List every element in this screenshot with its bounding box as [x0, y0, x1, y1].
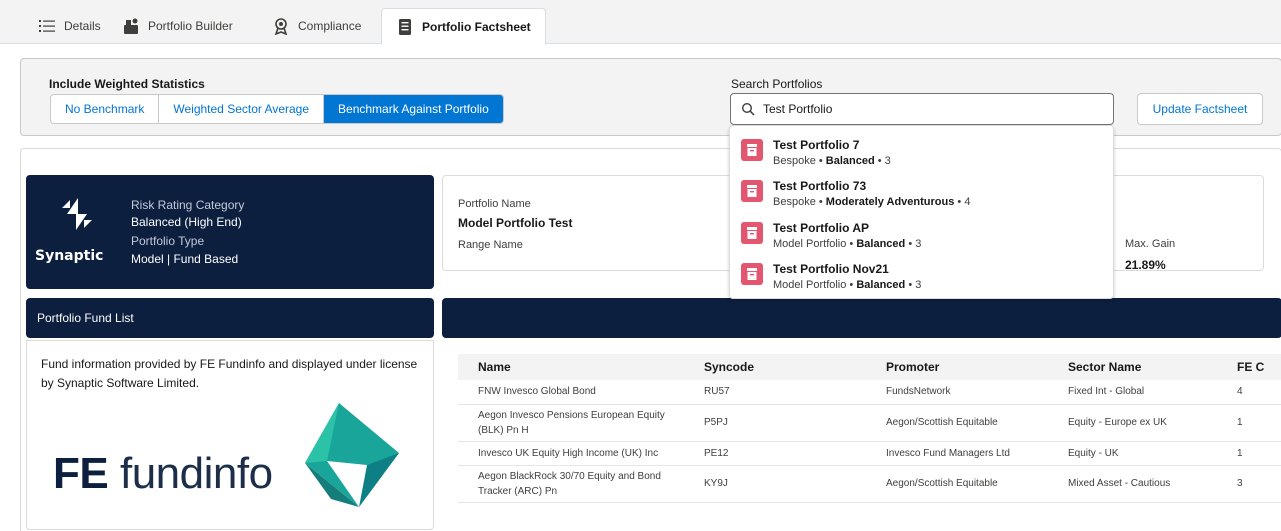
search-input[interactable]: [763, 102, 1093, 116]
search-result-item[interactable]: Test Portfolio 7 Bespoke • Balanced • 3: [730, 130, 1113, 170]
risk-rating-label: Risk Rating Category: [131, 198, 245, 212]
cell-name: FNW Invesco Global Bond: [458, 380, 684, 405]
benchmark-against-portfolio-button[interactable]: Benchmark Against Portfolio: [324, 95, 503, 123]
benchmark-segmented-control: No Benchmark Weighted Sector Average Ben…: [50, 94, 504, 124]
portfolio-type-label: Portfolio Type: [131, 234, 205, 248]
cell-syncode: RU57: [684, 380, 866, 405]
cell-fe: 4: [1217, 380, 1281, 405]
fe-fundinfo-card: Fund information provided by FE Fundinfo…: [26, 340, 434, 530]
col-fe-crown: FE C: [1217, 354, 1281, 380]
cell-promoter: Aegon/Scottish Equitable: [866, 404, 1048, 442]
synaptic-logo-text: Synaptic: [35, 248, 104, 264]
tab-portfolio-factsheet[interactable]: Portfolio Factsheet: [381, 8, 546, 45]
fe-logo-word: fundinfo: [119, 449, 273, 498]
fe-fundinfo-logo-icon: [305, 403, 399, 507]
col-syncode: Syncode: [684, 354, 866, 380]
cell-sector: Equity - UK: [1048, 441, 1217, 466]
weighted-stats-label: Include Weighted Statistics: [49, 77, 205, 91]
cell-sector: Fixed Int - Global: [1048, 380, 1217, 405]
portfolio-fund-list-header: Portfolio Fund List: [26, 298, 434, 338]
cell-fe: 1: [1217, 441, 1281, 466]
cell-fe: 3: [1217, 465, 1281, 503]
tab-label: Details: [64, 19, 101, 33]
search-result-item[interactable]: Test Portfolio Nov21 Model Portfolio • B…: [730, 254, 1113, 294]
portfolio-record-icon: [741, 139, 763, 161]
portfolio-record-icon: [741, 263, 763, 285]
range-name-label: Range Name: [458, 239, 523, 251]
cell-syncode: P5PJ: [684, 404, 866, 442]
portfolio-record-icon: [741, 180, 763, 202]
fund-table: Name Syncode Promoter Sector Name FE C F…: [458, 354, 1281, 503]
table-row[interactable]: FNW Invesco Global Bond RU57 FundsNetwor…: [458, 380, 1281, 405]
fe-fundinfo-logo-text: FE fundinfo: [53, 449, 273, 499]
no-benchmark-button[interactable]: No Benchmark: [51, 95, 160, 123]
result-subtitle: Model Portfolio • Balanced • 3: [773, 279, 922, 291]
result-subtitle: Model Portfolio • Balanced • 3: [773, 238, 922, 250]
table-row[interactable]: Invesco UK Equity High Income (UK) Inc P…: [458, 441, 1281, 466]
portfolio-fund-list-title: Portfolio Fund List: [37, 311, 134, 325]
cell-name: Aegon BlackRock 30/70 Equity and Bond Tr…: [458, 465, 684, 503]
portfolio-name-value: Model Portfolio Test: [458, 216, 573, 230]
cell-promoter: FundsNetwork: [866, 380, 1048, 405]
max-gain-label: Max. Gain: [1125, 238, 1176, 250]
weighted-sector-average-button[interactable]: Weighted Sector Average: [159, 95, 325, 123]
search-results-dropdown: Test Portfolio 7 Bespoke • Balanced • 3 …: [729, 125, 1114, 299]
tab-label: Compliance: [298, 19, 362, 33]
cell-syncode: KY9J: [684, 465, 866, 503]
search-portfolios-label: Search Portfolios: [731, 77, 823, 91]
table-row[interactable]: Aegon BlackRock 30/70 Equity and Bond Tr…: [458, 465, 1281, 503]
risk-rating-card: Synaptic Risk Rating Category Balanced (…: [26, 175, 434, 289]
col-sector-name: Sector Name: [1048, 354, 1217, 380]
fe-logo-letters: FE: [53, 449, 109, 498]
portfolio-record-icon: [741, 222, 763, 244]
cell-syncode: PE12: [684, 441, 866, 466]
col-promoter: Promoter: [866, 354, 1048, 380]
cell-promoter: Invesco Fund Managers Ltd: [866, 441, 1048, 466]
tab-compliance[interactable]: Compliance: [258, 8, 375, 44]
result-title: Test Portfolio Nov21: [773, 262, 889, 276]
search-icon: [741, 102, 755, 116]
search-portfolios-field[interactable]: [730, 93, 1114, 125]
result-title: Test Portfolio 7: [773, 138, 860, 152]
tab-label: Portfolio Factsheet: [422, 19, 531, 34]
portfolio-name-label: Portfolio Name: [458, 198, 531, 210]
cell-sector: Mixed Asset - Cautious: [1048, 465, 1217, 503]
fund-info-disclaimer: Fund information provided by FE Fundinfo…: [41, 357, 418, 390]
cell-fe: 1: [1217, 404, 1281, 442]
builder-icon: [122, 17, 140, 35]
result-title: Test Portfolio 73: [773, 179, 867, 193]
max-gain-value: 21.89%: [1125, 258, 1166, 272]
tab-label: Portfolio Builder: [148, 19, 233, 33]
factsheet-icon: [396, 18, 414, 36]
portfolio-type-value: Model | Fund Based: [131, 252, 239, 266]
result-subtitle: Bespoke • Moderately Adventurous • 4: [773, 196, 971, 208]
cell-name: Aegon Invesco Pensions European Equity (…: [458, 404, 684, 442]
tab-bar: Details Portfolio Builder Compliance Por…: [0, 0, 1281, 45]
cell-sector: Equity - Europe ex UK: [1048, 404, 1217, 442]
risk-rating-value: Balanced (High End): [131, 215, 242, 229]
synaptic-logo-icon: [62, 198, 92, 230]
result-subtitle: Bespoke • Balanced • 3: [773, 155, 891, 167]
cell-promoter: Aegon/Scottish Equitable: [866, 465, 1048, 503]
update-factsheet-button[interactable]: Update Factsheet: [1137, 93, 1263, 125]
cell-name: Invesco UK Equity High Income (UK) Inc: [458, 441, 684, 466]
result-title: Test Portfolio AP: [773, 221, 869, 235]
compliance-icon: [272, 17, 290, 35]
search-result-item[interactable]: Test Portfolio 73 Bespoke • Moderately A…: [730, 171, 1113, 211]
table-row[interactable]: Aegon Invesco Pensions European Equity (…: [458, 404, 1281, 442]
search-result-item[interactable]: Test Portfolio AP Model Portfolio • Bala…: [730, 213, 1113, 253]
fund-table-header-bar: [442, 298, 1281, 338]
tab-details[interactable]: Details: [24, 8, 115, 44]
col-name: Name: [458, 354, 684, 380]
tab-portfolio-builder[interactable]: Portfolio Builder: [108, 8, 247, 44]
list-icon: [38, 17, 56, 35]
